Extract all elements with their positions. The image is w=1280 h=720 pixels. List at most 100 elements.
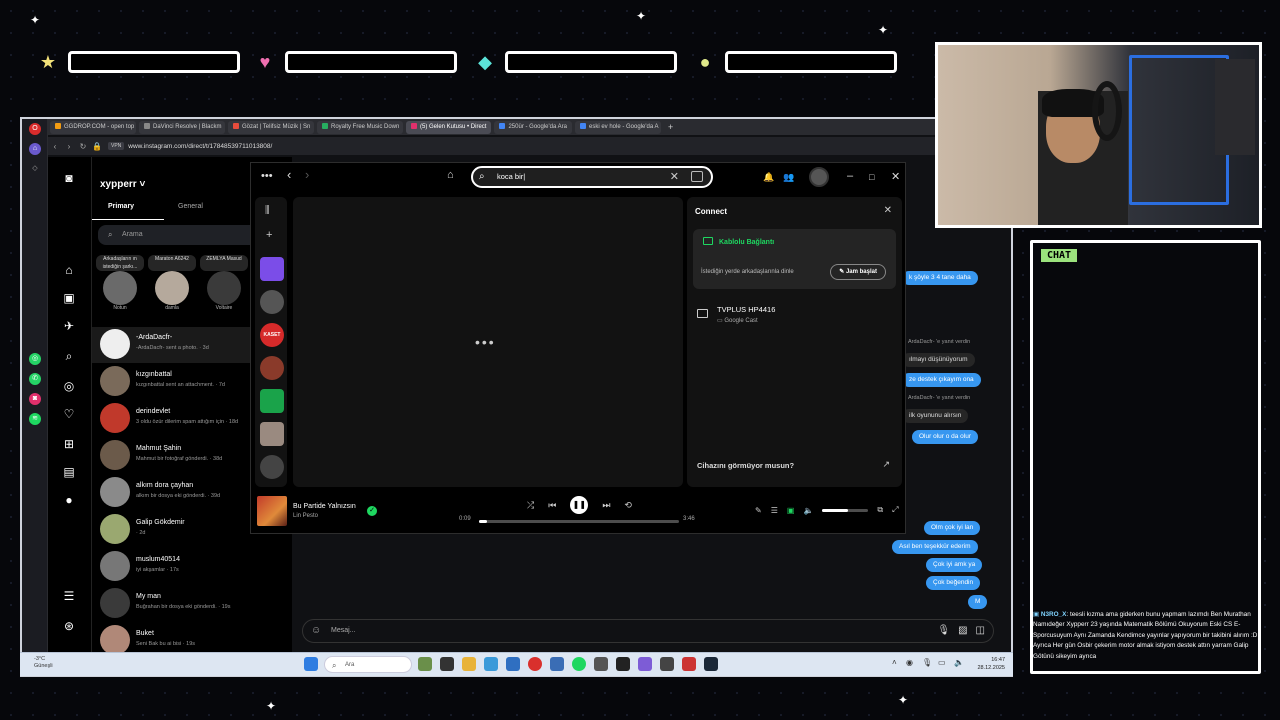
- device-help-link[interactable]: Cihazını görmüyor musun?: [697, 461, 794, 470]
- threads-icon[interactable]: ⊛: [62, 619, 76, 633]
- browser-tab[interactable]: GGDROP.COM - open top: [50, 120, 136, 134]
- task-view-icon[interactable]: [440, 657, 454, 671]
- library-tile[interactable]: [260, 257, 284, 281]
- library-tile[interactable]: [260, 422, 284, 446]
- microphone-icon[interactable]: 🎙: [922, 658, 932, 667]
- image-icon[interactable]: ▨: [958, 620, 967, 642]
- connect-device-icon[interactable]: ▣: [787, 506, 795, 515]
- new-tab-button[interactable]: +: [668, 122, 673, 132]
- back-icon[interactable]: ‹: [287, 167, 291, 182]
- saved-check-icon[interactable]: ✓: [367, 506, 377, 516]
- file-explorer-icon[interactable]: [462, 657, 476, 671]
- note-item[interactable]: Arkadaşların ın istediğin şarkı... Notun: [96, 255, 144, 311]
- reels-icon[interactable]: ▣: [62, 291, 76, 305]
- fullscreen-icon[interactable]: ⤢: [892, 505, 898, 515]
- list-item[interactable]: muslum40514 iyi akşamlar · 17s: [92, 549, 292, 585]
- discord-icon[interactable]: [638, 657, 652, 671]
- home-icon[interactable]: ⌂: [29, 143, 41, 155]
- track-artist[interactable]: Lin Pesto: [293, 513, 318, 519]
- close-icon[interactable]: ✕: [891, 170, 900, 183]
- volume-slider[interactable]: [822, 508, 869, 512]
- note-item[interactable]: Maraton A6242 damla: [148, 255, 196, 311]
- friends-icon[interactable]: 👥: [783, 172, 794, 183]
- miniplayer-icon[interactable]: ⧉: [877, 505, 883, 515]
- home-icon[interactable]: ⌂: [62, 263, 76, 277]
- capcut-icon[interactable]: [616, 657, 630, 671]
- heart-icon[interactable]: ♡: [62, 407, 76, 421]
- profile-icon[interactable]: ●: [62, 493, 76, 507]
- back-icon[interactable]: ‹: [48, 142, 62, 151]
- tray-app-icon[interactable]: ◉: [906, 658, 913, 667]
- chevron-up-icon[interactable]: ˄: [892, 658, 897, 667]
- menu-icon[interactable]: ☰: [62, 589, 76, 603]
- wired-connection-card[interactable]: Kablolu Bağlantı İstediğin yerde arkadaş…: [693, 229, 896, 289]
- store-icon[interactable]: [506, 657, 520, 671]
- close-icon[interactable]: ✕: [884, 205, 892, 216]
- sticker-icon[interactable]: ◫: [976, 620, 985, 642]
- volume-icon[interactable]: 🔈: [954, 658, 964, 667]
- speed-dial-icon[interactable]: ◇: [29, 163, 41, 175]
- browser-tab[interactable]: Royalty Free Music Down: [317, 120, 403, 134]
- messages-icon[interactable]: ✈: [62, 319, 76, 333]
- instagram-icon[interactable]: ◙: [29, 393, 41, 405]
- pause-button[interactable]: ❚❚: [570, 496, 589, 514]
- profile-avatar[interactable]: [809, 167, 829, 187]
- more-icon[interactable]: •••: [261, 170, 273, 182]
- browser-tab[interactable]: Gözat | Telifsiz Müzik | Sn: [228, 120, 314, 134]
- home-icon[interactable]: ⌂: [447, 169, 454, 181]
- opera-icon[interactable]: [528, 657, 542, 671]
- track-title[interactable]: Bu Partide Yalnızsın: [293, 503, 356, 510]
- browse-icon[interactable]: [691, 171, 703, 182]
- url-field[interactable]: www.instagram.com/direct/t/1784853971101…: [128, 143, 960, 150]
- obs-icon[interactable]: [660, 657, 674, 671]
- dashboard-icon[interactable]: ▤: [62, 465, 76, 479]
- repeat-icon[interactable]: ⟲: [624, 500, 632, 511]
- browser-tab[interactable]: DaVinci Resolve | Blackm: [139, 120, 225, 134]
- create-icon[interactable]: ⊞: [62, 437, 76, 451]
- search-input[interactable]: ⌕ koca bir| ✕: [471, 166, 713, 188]
- steam-icon[interactable]: [704, 657, 718, 671]
- next-icon[interactable]: ⏭: [602, 500, 610, 511]
- progress-bar[interactable]: [479, 520, 679, 523]
- lyrics-icon[interactable]: ✎: [755, 506, 762, 515]
- start-icon[interactable]: [304, 657, 318, 671]
- taskbar-search[interactable]: ⌕ Ara: [324, 656, 412, 673]
- network-icon[interactable]: ▭: [938, 658, 946, 667]
- library-tile[interactable]: [260, 290, 284, 314]
- browser-tab-active[interactable]: (5) Gelen Kutusu • Direct: [406, 120, 492, 134]
- album-cover[interactable]: [257, 496, 287, 526]
- maximize-icon[interactable]: □: [869, 172, 874, 182]
- edge-icon[interactable]: [484, 657, 498, 671]
- external-link-icon[interactable]: ↗: [882, 459, 890, 470]
- list-item[interactable]: My man Buğrahan bir dosya eki gönderdi. ·…: [92, 586, 292, 622]
- bell-icon[interactable]: 🔔: [763, 172, 774, 183]
- browser-tab[interactable]: 250ür - Google'da Ara: [494, 120, 572, 134]
- message-composer[interactable]: ☺ Mesaj... 🎙 ▨ ◫: [302, 619, 994, 643]
- search-icon[interactable]: ⌕: [62, 349, 76, 363]
- app-icon[interactable]: [594, 657, 608, 671]
- browser-tab[interactable]: eski ev hole - Google'da A: [575, 120, 661, 134]
- instagram-logo-icon[interactable]: ◙: [62, 171, 76, 185]
- vpn-badge[interactable]: VPN: [108, 142, 125, 150]
- reload-icon[interactable]: ↻: [76, 142, 90, 151]
- volume-icon[interactable]: 🔈: [803, 506, 813, 515]
- forward-icon[interactable]: ›: [305, 167, 309, 182]
- account-username[interactable]: xypperr ˅: [100, 179, 145, 190]
- emoji-icon[interactable]: ☺: [311, 620, 321, 642]
- clear-icon[interactable]: ✕: [670, 168, 679, 186]
- opera-logo-icon[interactable]: O: [29, 123, 41, 135]
- whatsapp-icon[interactable]: ◎: [29, 353, 41, 365]
- add-icon[interactable]: +: [266, 229, 272, 241]
- queue-icon[interactable]: ☰: [771, 506, 778, 515]
- app-icon[interactable]: [682, 657, 696, 671]
- tab-general[interactable]: General: [178, 203, 203, 210]
- app-icon[interactable]: [418, 657, 432, 671]
- shuffle-icon[interactable]: ⤮: [527, 500, 534, 511]
- library-tile[interactable]: [260, 455, 284, 479]
- microphone-icon[interactable]: 🎙: [937, 620, 950, 642]
- previous-icon[interactable]: ⏮: [548, 500, 556, 511]
- note-item[interactable]: ZEMLYA Masud Voltaire: [200, 255, 248, 311]
- library-tile[interactable]: [260, 389, 284, 413]
- spotify-icon[interactable]: [572, 657, 586, 671]
- library-icon[interactable]: ⫼: [265, 205, 270, 216]
